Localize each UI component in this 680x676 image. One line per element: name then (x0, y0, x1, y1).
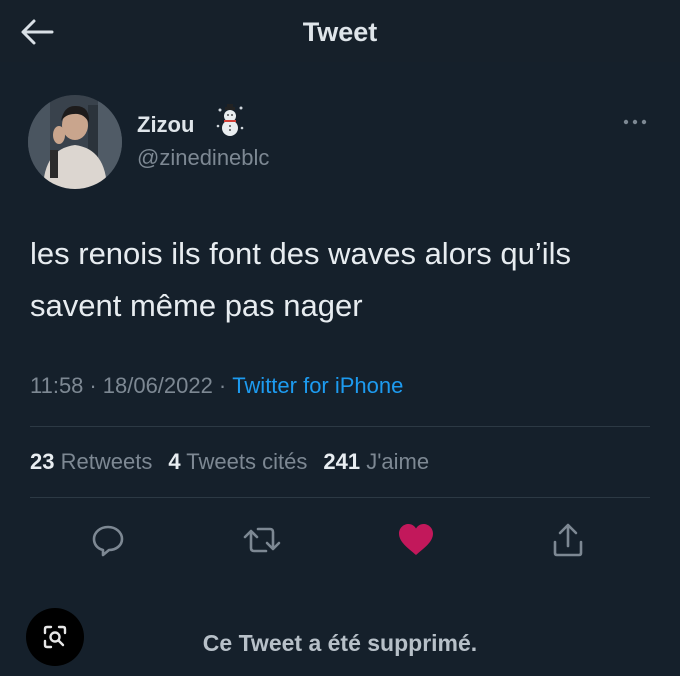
quotes-count: 4 (168, 449, 181, 474)
share-button[interactable] (548, 520, 588, 560)
avatar-image (28, 95, 122, 189)
retweets-count: 23 (30, 449, 55, 474)
reply-button[interactable] (88, 520, 128, 560)
tweet-time: 11:58 (30, 373, 84, 398)
meta-separator: · (89, 373, 97, 398)
share-icon (553, 523, 583, 557)
top-bar: Tweet (0, 0, 680, 62)
divider (30, 497, 650, 498)
divider (30, 426, 650, 427)
retweets-stat[interactable]: 23 Retweets (30, 449, 152, 474)
likes-label: J'aime (366, 449, 430, 474)
tweet-date: 18/06/2022 (102, 373, 213, 398)
deleted-notice: Ce Tweet a été supprimé. (202, 630, 478, 656)
tweet-stats: 23 Retweets 4 Tweets cités 241 J'aime (30, 449, 445, 475)
tweet-meta: 11:58 · 18/06/2022 · Twitter for iPhone (30, 373, 403, 399)
more-button[interactable] (618, 112, 652, 132)
user-handle[interactable]: @zinedineblc (137, 145, 269, 171)
quotes-stat[interactable]: 4 Tweets cités (168, 449, 307, 474)
like-button[interactable] (396, 520, 436, 560)
reply-icon (92, 525, 124, 557)
retweet-icon (243, 527, 281, 553)
snowman-icon (216, 104, 244, 136)
avatar[interactable] (28, 95, 122, 189)
likes-stat[interactable]: 241 J'aime (323, 449, 429, 474)
retweet-button[interactable] (242, 520, 282, 560)
likes-count: 241 (323, 449, 361, 474)
quotes-label: Tweets cités (186, 449, 308, 474)
tweet-text: les renois ils font des waves alors qu’i… (30, 236, 572, 323)
display-name[interactable]: Zizou (137, 112, 194, 138)
tweet-source-link[interactable]: Twitter for iPhone (232, 373, 403, 398)
meta-separator: · (218, 373, 227, 398)
heart-icon (399, 524, 433, 555)
more-horizontal-icon (623, 119, 647, 125)
retweets-label: Retweets (60, 449, 153, 474)
page-title: Tweet (302, 17, 378, 47)
